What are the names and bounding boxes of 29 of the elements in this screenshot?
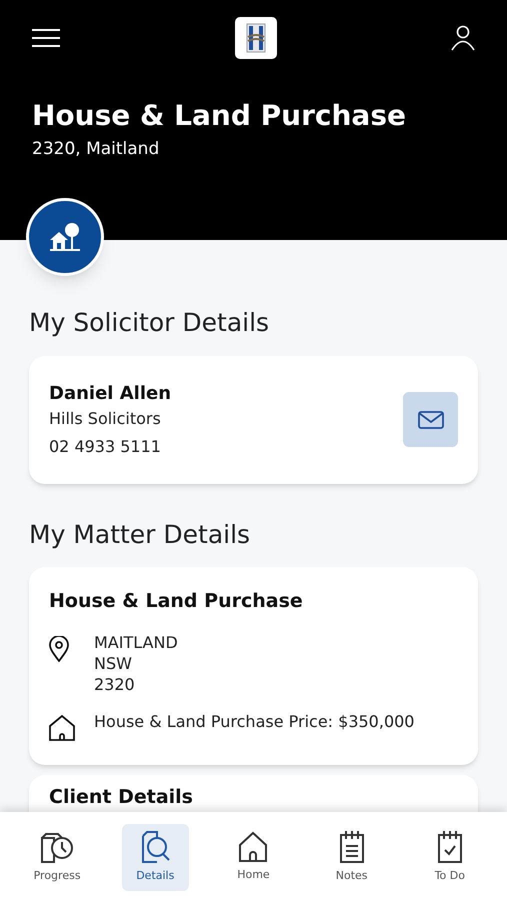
user-icon[interactable] xyxy=(451,25,475,51)
home-icon xyxy=(49,714,75,740)
menu-icon[interactable] xyxy=(32,28,60,48)
solicitor-name: Daniel Allen xyxy=(49,382,172,406)
page-title: House & Land Purchase xyxy=(32,98,407,133)
checklist-icon xyxy=(436,830,463,864)
notepad-icon xyxy=(338,830,365,864)
matter-detail-text: House & Land Purchase Price: $350,000 xyxy=(94,710,414,732)
location-pin-icon xyxy=(49,636,69,662)
nav-tab[interactable]: Details xyxy=(122,824,189,891)
matter-detail-text: 2320 xyxy=(94,674,136,694)
matter-detail-text: NSW xyxy=(94,652,133,674)
solicitor-phone: 02 4933 5111 xyxy=(49,436,162,458)
solicitor-firm: Hills Solicitors xyxy=(49,408,162,430)
card-title: Client Details xyxy=(49,786,193,808)
nav-tab[interactable]: Progress xyxy=(24,824,91,891)
nav-tab[interactable]: To Do xyxy=(416,824,484,891)
mail-icon xyxy=(418,410,444,428)
house-tree-icon xyxy=(48,222,82,252)
email-button[interactable] xyxy=(403,392,458,447)
nav-tab[interactable]: Notes xyxy=(318,824,386,891)
section-heading: My Solicitor Details xyxy=(29,307,270,339)
logo-icon xyxy=(234,16,278,60)
nav-tab[interactable]: Home xyxy=(220,824,287,891)
section-heading: My Matter Details xyxy=(29,518,252,550)
matter-detail-text: MAITLAND xyxy=(94,632,178,652)
home-icon xyxy=(237,831,270,864)
matter-title: House & Land Purchase xyxy=(49,589,304,614)
page-subtitle: 2320, Maitland xyxy=(32,138,160,161)
